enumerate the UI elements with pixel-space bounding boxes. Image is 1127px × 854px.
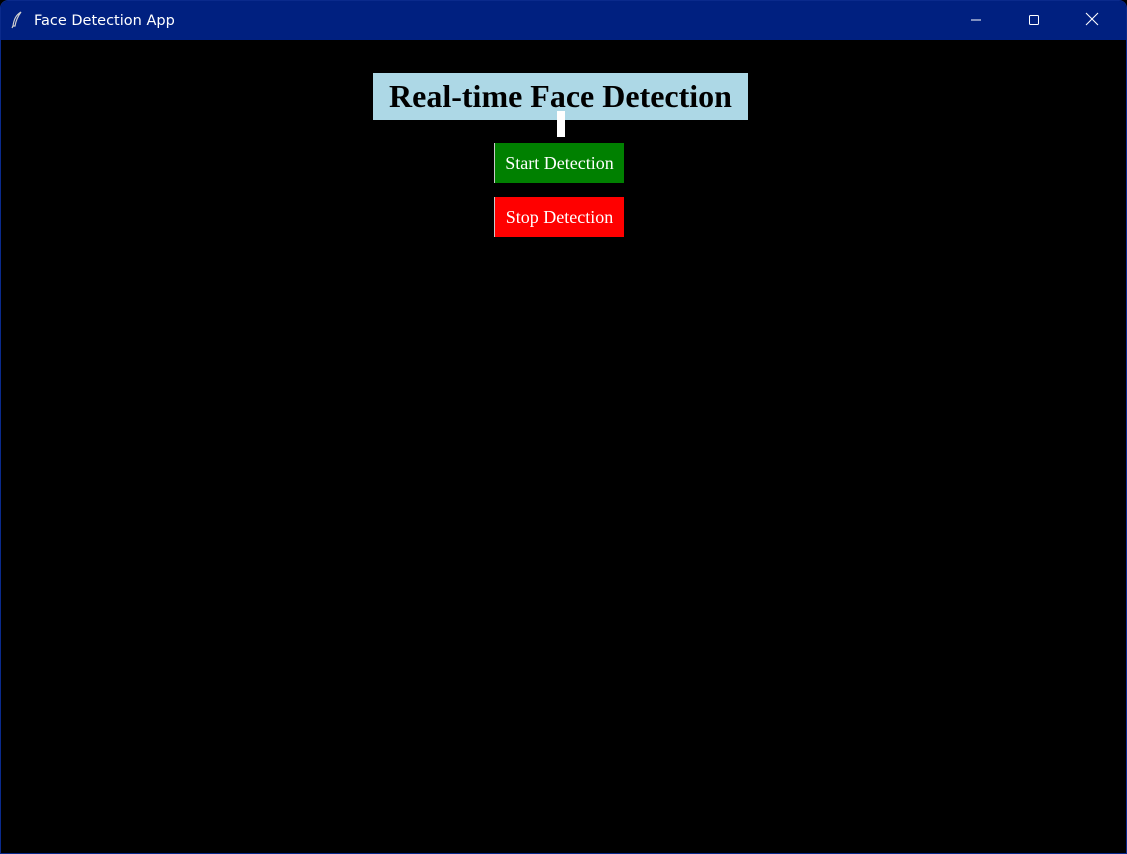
app-window: Face Detection App Real-time Face Detect… [0, 0, 1127, 854]
start-detection-button[interactable]: Start Detection [494, 143, 624, 183]
close-button[interactable] [1064, 1, 1120, 40]
title-bar[interactable]: Face Detection App [1, 1, 1126, 40]
maximize-button[interactable] [1006, 1, 1062, 40]
maximize-icon [1028, 11, 1040, 30]
video-feed-label [557, 111, 565, 137]
feather-icon [10, 11, 24, 29]
minimize-icon [970, 11, 982, 30]
close-icon [1085, 11, 1099, 30]
minimize-button[interactable] [948, 1, 1004, 40]
stop-detection-button[interactable]: Stop Detection [494, 197, 624, 237]
app-content: Real-time Face Detection Start Detection… [1, 40, 1126, 853]
window-title: Face Detection App [34, 13, 175, 29]
